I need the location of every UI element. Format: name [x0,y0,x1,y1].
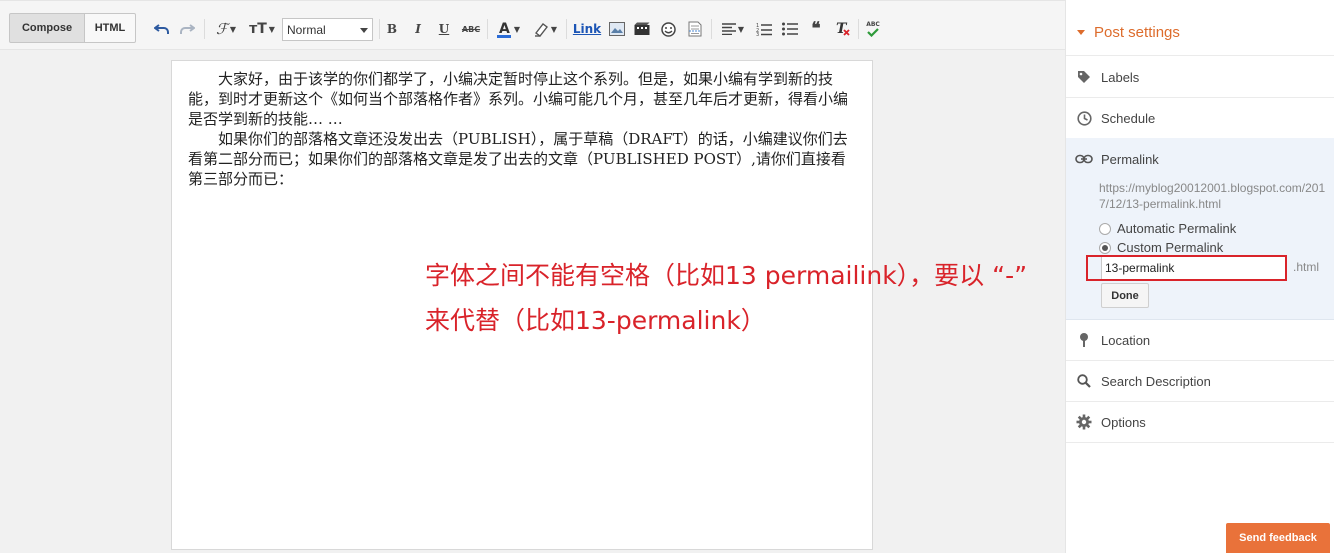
map-pin-icon [1075,331,1093,349]
editor-toolbar: Compose HTML ℱ ▼ тT ▼ Normal B I U ABC A ▼ … [0,0,1065,50]
radio-custom[interactable] [1099,241,1111,254]
insert-image-icon[interactable] [608,19,626,39]
html-suffix: .html [1293,260,1320,274]
sidebar-item-label: Permalink [1101,151,1159,167]
bulleted-list-icon[interactable] [781,19,799,39]
annotation-note: 字体之间不能有空格（比如13 permailink），要以 “-” 来代替（比如… [425,253,1125,343]
strikethrough-button[interactable]: ABC [461,19,481,39]
sidebar-item-label: Schedule [1101,110,1156,126]
insert-emoji-icon[interactable] [659,19,677,39]
done-button[interactable]: Done [1101,283,1149,308]
spellcheck-icon[interactable]: ABC [864,19,882,39]
collapse-triangle-icon [1077,30,1085,35]
chevron-down-icon [360,28,368,33]
clock-icon [1075,109,1093,127]
font-size-icon[interactable]: тT ▼ [248,19,276,39]
sidebar-item-search-description[interactable]: Search Description [1066,361,1334,402]
permalink-url: https://myblog20012001.blogspot.com/2017… [1099,181,1326,211]
spellcheck-label: ABC [866,21,880,28]
bold-button[interactable]: B [384,19,400,39]
automatic-permalink-label: Automatic Permalink [1117,221,1237,236]
sidebar-item-labels[interactable]: Labels [1066,57,1334,98]
annotation-line-1: 字体之间不能有空格（比如13 permailink），要以 “-” [425,261,1028,290]
insert-jump-break-icon[interactable] [686,19,704,39]
paragraph-format-select[interactable]: Normal [282,18,373,41]
post-settings-header[interactable]: Post settings [1066,10,1334,56]
annotation-line-2: 来代替（比如13-permalink） [425,306,766,335]
sidebar-item-label: Options [1101,414,1146,430]
quote-icon[interactable]: ❝ [807,19,825,39]
redo-icon[interactable] [178,19,196,39]
sidebar-item-location[interactable]: Location [1066,320,1334,361]
italic-button[interactable]: I [410,19,426,39]
post-settings-title: Post settings [1094,24,1180,41]
custom-permalink-label: Custom Permalink [1117,240,1224,255]
link-icon [1075,150,1093,168]
gear-icon [1075,413,1093,431]
toolbar-divider [711,19,712,39]
text-color-icon[interactable]: A ▼ [493,19,523,39]
remove-formatting-icon[interactable]: T [834,19,852,39]
radio-automatic[interactable] [1099,222,1111,235]
toolbar-divider [379,19,380,39]
toolbar-divider [204,19,205,39]
sidebar-item-permalink[interactable]: Permalink [1075,150,1159,168]
align-icon[interactable]: ▼ [718,19,748,39]
underline-button[interactable]: U [436,19,452,39]
permalink-panel: Permalink https://myblog20012001.blogspo… [1066,138,1334,320]
automatic-permalink-option[interactable]: Automatic Permalink [1099,221,1236,236]
post-body-content[interactable]: 大家好，由于该学的你们都学了，小编决定暂时停止这个系列。但是，如果小编有学到新的… [188,69,848,189]
sidebar-item-schedule[interactable]: Schedule [1066,98,1334,139]
post-settings-sidebar: Post settings Labels Schedule Permalink … [1065,0,1334,553]
html-mode-button[interactable]: HTML [84,13,136,43]
toolbar-divider [487,19,488,39]
paragraph-format-value: Normal [287,22,326,37]
sidebar-item-label: Search Description [1101,373,1211,389]
post-paragraph: 大家好，由于该学的你们都学了，小编决定暂时停止这个系列。但是，如果小编有学到新的… [188,70,849,128]
svg-text:T: T [836,21,848,37]
toolbar-divider [566,19,567,39]
highlight-color-icon[interactable]: ▼ [530,19,560,39]
undo-icon[interactable] [153,19,171,39]
tag-icon [1075,68,1093,86]
annotation-highlight-box [1086,255,1287,281]
post-paragraph: 如果你们的部落格文章还没发出去（PUBLISH），属于草稿（DRAFT）的话，小… [188,130,848,188]
font-family-icon[interactable]: ℱ ▼ [211,19,241,39]
svg-text:A: A [499,21,510,37]
compose-mode-button[interactable]: Compose [9,13,85,43]
svg-text:3: 3 [756,32,759,36]
link-button[interactable]: Link [573,19,601,39]
search-icon [1075,372,1093,390]
sidebar-item-label: Location [1101,332,1151,348]
sidebar-item-label: Labels [1101,69,1140,85]
numbered-list-icon[interactable]: 123 [755,19,773,39]
sidebar-item-options[interactable]: Options [1066,402,1334,443]
editor-area: Compose HTML ℱ ▼ тT ▼ Normal B I U ABC A ▼ … [0,0,1065,553]
send-feedback-button[interactable]: Send feedback [1226,523,1330,553]
custom-permalink-option[interactable]: Custom Permalink [1099,240,1223,255]
toolbar-divider [858,19,859,39]
insert-video-icon[interactable] [633,19,651,39]
